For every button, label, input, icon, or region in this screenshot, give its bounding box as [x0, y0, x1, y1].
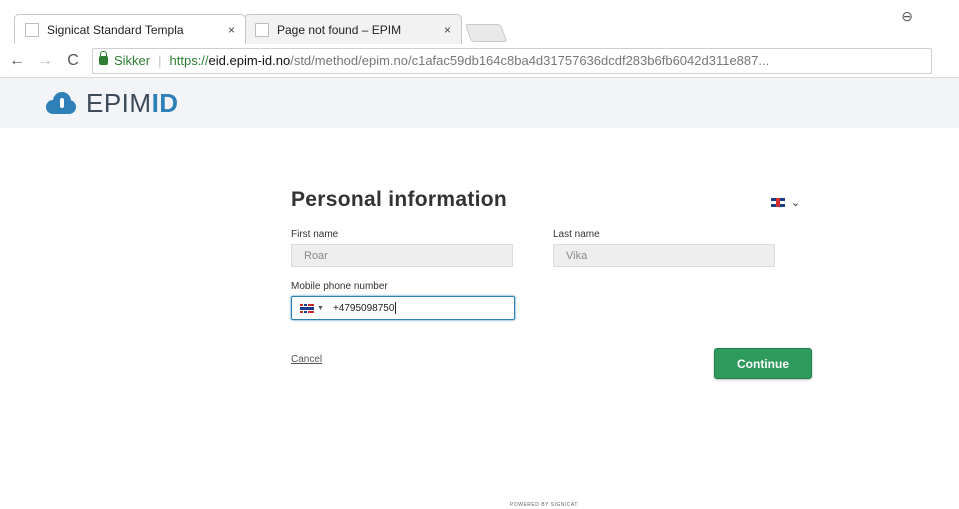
epimid-logo[interactable]: EPIMID: [46, 88, 179, 119]
first-name-field[interactable]: Roar: [291, 244, 513, 267]
profile-icon[interactable]: ⊖: [901, 8, 913, 25]
back-icon[interactable]: ←: [6, 52, 28, 70]
last-name-label: Last name: [553, 229, 600, 240]
close-tab-icon[interactable]: ×: [228, 23, 235, 37]
url-host: eid.epim-id.no: [208, 53, 291, 68]
browser-toolbar: ← → C Sikker | https://eid.epim-id.no/st…: [0, 44, 959, 78]
page-title: Personal information: [291, 188, 508, 211]
secure-label: Sikker: [114, 53, 151, 68]
norway-flag-icon[interactable]: [300, 303, 314, 313]
site-header: EPIMID: [0, 78, 959, 128]
tab-label: Page not found – EPIM: [277, 22, 402, 37]
country-dropdown-icon[interactable]: ▼: [317, 305, 324, 312]
tab-signicat[interactable]: Signicat Standard Templa ×: [14, 14, 246, 44]
tab-label: Signicat Standard Templa: [47, 22, 184, 37]
address-bar[interactable]: Sikker | https://eid.epim-id.no/std/meth…: [92, 47, 932, 74]
cloud-key-icon: [46, 92, 80, 114]
url-path: /std/method/epim.no/c1afac59db164c8ba4d3…: [290, 53, 770, 68]
uk-flag-icon: [771, 198, 785, 207]
chevron-down-icon: ⌄: [791, 197, 801, 209]
tab-epim[interactable]: Page not found – EPIM ×: [244, 14, 462, 44]
url-scheme: https://: [169, 53, 209, 68]
address-separator: |: [158, 53, 162, 68]
powered-by-footer: POWERED BY SIGNICAT: [510, 502, 578, 508]
last-name-field[interactable]: Vika: [553, 244, 775, 267]
phone-input[interactable]: ▼ +4795098750: [291, 296, 515, 320]
page-icon: [255, 22, 269, 37]
reload-icon[interactable]: C: [62, 52, 84, 70]
phone-label: Mobile phone number: [291, 281, 388, 292]
continue-button[interactable]: Continue: [714, 348, 812, 379]
close-tab-icon[interactable]: ×: [444, 23, 451, 37]
phone-value: +4795098750: [332, 302, 395, 314]
language-selector[interactable]: ⌄: [771, 196, 800, 209]
new-tab-button[interactable]: [464, 24, 508, 42]
forward-icon[interactable]: →: [34, 52, 56, 70]
first-name-label: First name: [291, 229, 339, 240]
cancel-link[interactable]: Cancel: [291, 354, 322, 365]
text-cursor: [395, 302, 397, 314]
tab-strip: Signicat Standard Templa × Page not foun…: [0, 0, 959, 44]
personal-info-form: Personal information ⌄ First name Roar L…: [291, 188, 821, 379]
brand-name: EPIMID: [86, 87, 179, 118]
lock-icon: [99, 51, 108, 65]
blank-page-icon: [25, 22, 39, 37]
